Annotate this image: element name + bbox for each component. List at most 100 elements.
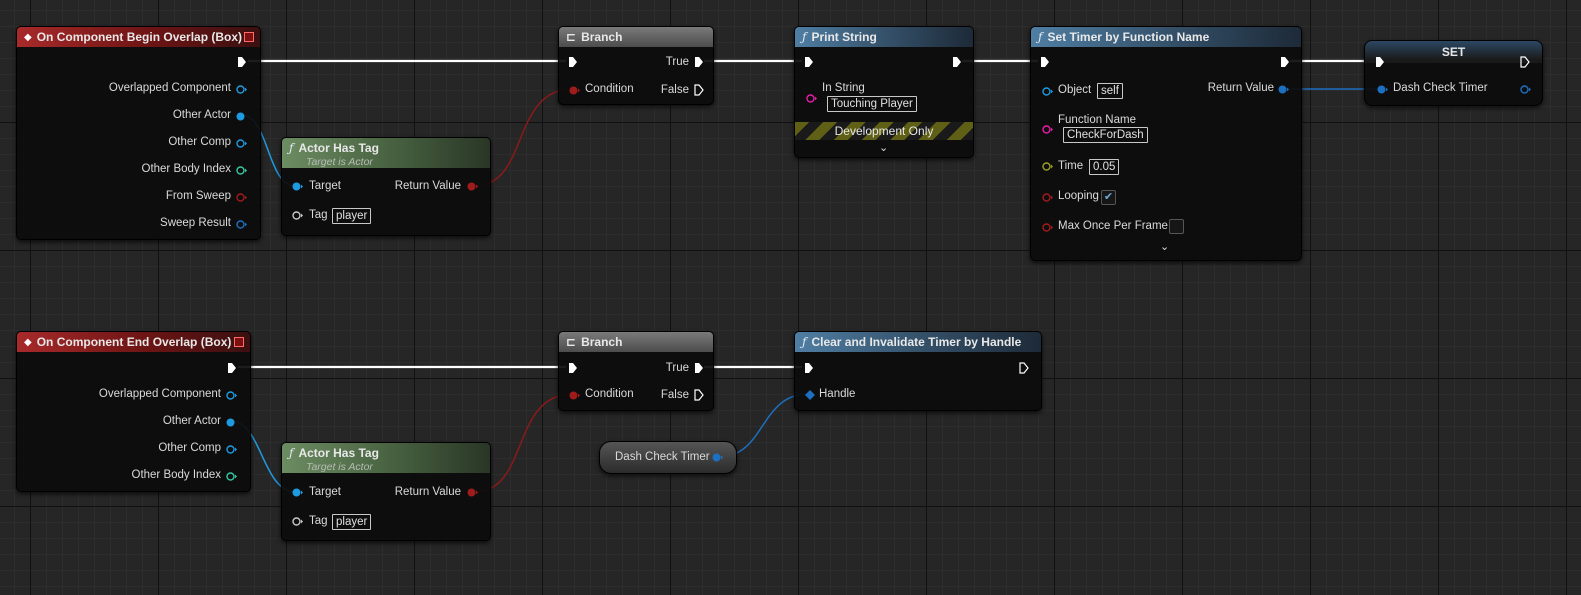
pin-label-other-actor: Other Actor [162, 415, 221, 427]
struct-pin-connected[interactable] [1278, 85, 1289, 94]
object-input[interactable]: self [1097, 83, 1123, 99]
name-pin[interactable] [292, 211, 303, 220]
struct-pin-connected[interactable] [1377, 85, 1388, 94]
exec-in-pin[interactable] [1375, 56, 1385, 68]
int-pin[interactable] [236, 166, 247, 175]
exec-in-pin[interactable] [568, 56, 578, 68]
string-pin[interactable] [806, 94, 817, 103]
bool-pin-connected[interactable] [467, 488, 478, 497]
object-pin[interactable] [236, 139, 247, 148]
pin-label-time: Time [1058, 160, 1084, 172]
exec-in-pin[interactable] [568, 362, 578, 374]
pin-label-true: True [665, 56, 689, 68]
function-node-actor-has-tag[interactable]: ƒ Actor Has Tag Target is Actor Target R… [281, 442, 491, 541]
node-title: Print String [811, 30, 877, 44]
delegate-pin-icon[interactable] [244, 32, 254, 42]
exec-out-pin-true[interactable] [694, 362, 704, 374]
exec-out-pin[interactable] [1019, 362, 1029, 374]
pin-label-looping: Looping [1058, 190, 1099, 202]
branch-node[interactable]: ⊏ Branch True Condition False [558, 331, 714, 411]
pin-label-other-actor: Other Actor [172, 109, 231, 121]
object-pin[interactable] [226, 391, 237, 400]
bool-pin[interactable] [236, 193, 247, 202]
struct-pin[interactable] [1520, 85, 1531, 94]
object-pin-connected[interactable] [292, 182, 303, 191]
struct-pin-connected[interactable] [712, 453, 723, 462]
function-name-input[interactable]: CheckForDash [1063, 127, 1148, 143]
tag-input[interactable]: player [332, 514, 372, 530]
bool-pin[interactable] [1042, 193, 1053, 202]
node-header[interactable]: ƒ Set Timer by Function Name [1031, 27, 1301, 47]
name-pin[interactable] [292, 517, 303, 526]
function-node-actor-has-tag[interactable]: ƒ Actor Has Tag Target is Actor Target R… [281, 137, 491, 236]
pin-label-return-value: Return Value [394, 180, 461, 192]
node-header[interactable]: ◆ On Component End Overlap (Box) [17, 332, 250, 352]
struct-pin-connected[interactable] [805, 390, 815, 400]
branch-node[interactable]: ⊏ Branch True Condition False [558, 26, 714, 105]
node-header[interactable]: ⊏ Branch [559, 332, 713, 352]
object-pin-connected[interactable] [236, 112, 247, 121]
exec-out-pin[interactable] [237, 56, 247, 68]
branch-icon: ⊏ [566, 335, 577, 349]
exec-in-pin[interactable] [1040, 56, 1050, 68]
object-pin-connected[interactable] [226, 418, 237, 427]
node-header[interactable]: SET [1365, 41, 1542, 63]
node-header[interactable]: ⊏ Branch [559, 27, 713, 47]
function-f-icon: ƒ [289, 446, 294, 460]
pin-label-in-string: In String [822, 82, 865, 94]
bool-pin-connected[interactable] [569, 86, 580, 95]
exec-out-pin-false[interactable] [694, 389, 704, 401]
exec-in-pin[interactable] [804, 56, 814, 68]
development-only-banner: Development Only [795, 122, 973, 140]
branch-icon: ⊏ [566, 30, 577, 44]
pin-label-target: Target [309, 180, 341, 192]
object-pin[interactable] [226, 445, 237, 454]
bool-pin[interactable] [1042, 223, 1053, 232]
function-node-set-timer[interactable]: ƒ Set Timer by Function Name Object self… [1030, 26, 1302, 261]
bool-pin-connected[interactable] [467, 182, 478, 191]
in-string-input[interactable]: Touching Player [827, 96, 917, 112]
pin-label-other-comp: Other Comp [168, 136, 231, 148]
pin-label-return-value: Return Value [394, 486, 461, 498]
pin-label-false: False [660, 84, 689, 96]
float-pin[interactable] [1042, 162, 1053, 171]
pin-label-from-sweep: From Sweep [165, 190, 231, 202]
set-variable-node[interactable]: SET Dash Check Timer [1364, 40, 1543, 106]
pin-label-tag: Tag [309, 209, 328, 221]
exec-out-pin[interactable] [227, 362, 237, 374]
node-header[interactable]: ƒ Clear and Invalidate Timer by Handle [795, 332, 1041, 352]
object-pin[interactable] [236, 85, 247, 94]
object-pin[interactable] [1042, 87, 1053, 96]
object-pin-connected[interactable] [292, 488, 303, 497]
int-pin[interactable] [226, 472, 237, 481]
exec-out-pin[interactable] [1280, 56, 1290, 68]
exec-out-pin-false[interactable] [694, 84, 704, 96]
event-node-end-overlap[interactable]: ◆ On Component End Overlap (Box) Overlap… [16, 331, 251, 492]
exec-in-pin[interactable] [804, 362, 814, 374]
name-pin[interactable] [1042, 125, 1053, 134]
exec-out-pin-true[interactable] [694, 56, 704, 68]
node-header[interactable]: ƒ Actor Has Tag Target is Actor [282, 443, 490, 473]
exec-out-pin[interactable] [1520, 56, 1530, 68]
function-node-print-string[interactable]: ƒ Print String In String Touching Player… [794, 26, 974, 158]
max-once-per-frame-checkbox[interactable] [1169, 219, 1184, 234]
node-header[interactable]: ƒ Print String [795, 27, 973, 47]
pin-label-true: True [665, 362, 689, 374]
exec-out-pin[interactable] [952, 56, 962, 68]
struct-pin[interactable] [236, 220, 247, 229]
looping-checkbox[interactable]: ✔ [1101, 190, 1116, 205]
chevron-down-icon[interactable]: ⌄ [879, 141, 888, 154]
bool-pin-connected[interactable] [569, 391, 580, 400]
node-header[interactable]: ◆ On Component Begin Overlap (Box) [17, 27, 260, 47]
tag-input[interactable]: player [332, 208, 372, 224]
node-header[interactable]: ƒ Actor Has Tag Target is Actor [282, 138, 490, 168]
delegate-pin-icon[interactable] [234, 337, 244, 347]
chevron-down-icon[interactable]: ⌄ [1160, 240, 1169, 253]
event-node-begin-overlap[interactable]: ◆ On Component Begin Overlap (Box) Overl… [16, 26, 261, 240]
pin-label-tag: Tag [309, 515, 328, 527]
function-node-clear-timer[interactable]: ƒ Clear and Invalidate Timer by Handle H… [794, 331, 1042, 411]
function-f-icon: ƒ [289, 141, 294, 155]
variable-getter-dash-check-timer[interactable]: Dash Check Timer [599, 441, 737, 474]
function-f-icon: ƒ [1038, 30, 1043, 44]
time-input[interactable]: 0.05 [1089, 159, 1120, 175]
